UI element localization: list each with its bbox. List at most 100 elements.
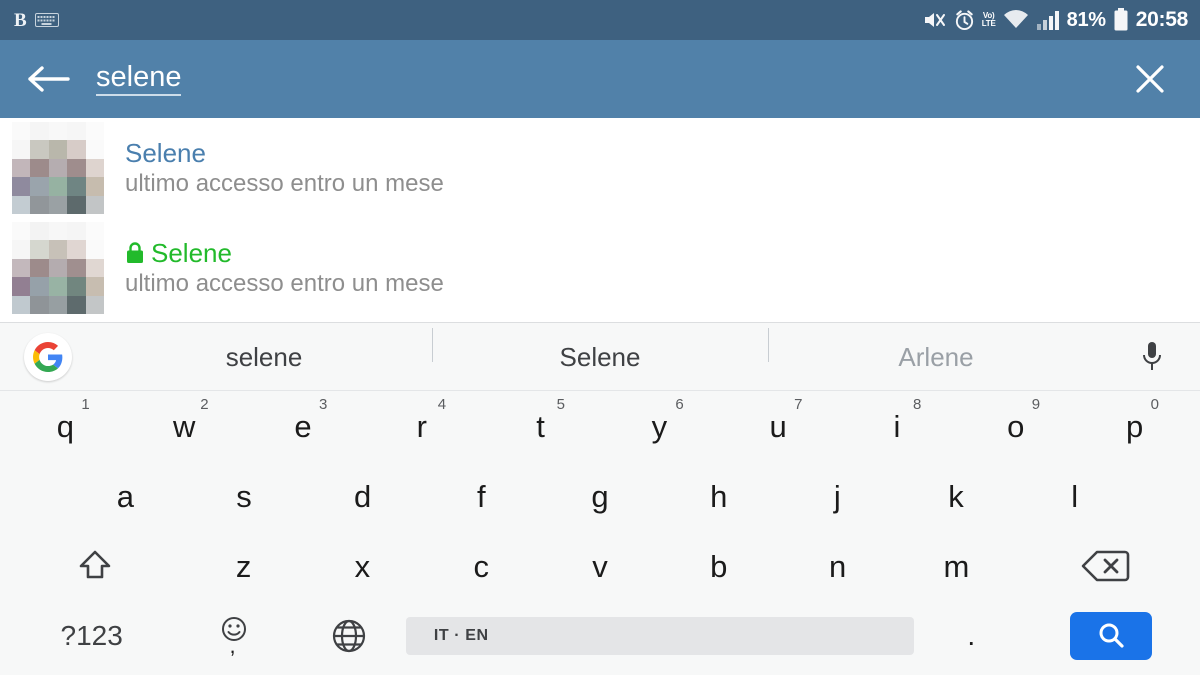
key-label: r — [416, 408, 427, 444]
search-field-wrapper[interactable]: selene — [96, 61, 1100, 97]
key-q[interactable]: q1 — [6, 391, 125, 461]
key-label: y — [651, 408, 668, 444]
key-alt-label: 5 — [556, 396, 565, 413]
bold-b-icon: B — [14, 9, 27, 31]
result-texts: Selene ultimo accesso entro un mese — [125, 137, 444, 198]
backspace-icon — [1081, 550, 1130, 582]
space-key-label: IT · EN — [405, 617, 915, 655]
key-label: k — [948, 478, 964, 514]
key-b[interactable]: b — [659, 531, 778, 601]
search-result-row-1[interactable]: Selene ultimo accesso entro un mese — [0, 118, 1200, 218]
key-p[interactable]: p0 — [1075, 391, 1194, 461]
symbols-key-label: ?123 — [60, 620, 123, 651]
close-icon — [1136, 65, 1164, 93]
key-t[interactable]: t5 — [481, 391, 600, 461]
key-a[interactable]: a — [66, 461, 185, 531]
key-alt-label: 4 — [437, 396, 447, 413]
key-label: t — [536, 408, 545, 444]
key-alt-label: 0 — [1150, 396, 1159, 413]
result-name: Selene — [125, 137, 444, 168]
period-key-label: . — [967, 620, 976, 651]
shift-icon — [79, 550, 111, 579]
key-label: a — [116, 478, 134, 514]
clear-search-button[interactable] — [1100, 60, 1200, 98]
key-label: m — [943, 548, 970, 584]
back-button[interactable] — [0, 62, 96, 96]
search-enter-key[interactable] — [1028, 601, 1194, 671]
language-key[interactable] — [292, 601, 406, 671]
status-bar-left: B — [14, 9, 60, 31]
key-i[interactable]: i8 — [838, 391, 957, 461]
suggestion-1[interactable]: Selene — [432, 327, 768, 370]
key-n[interactable]: n — [778, 531, 897, 601]
key-e[interactable]: e3 — [244, 391, 363, 461]
key-h[interactable]: h — [659, 461, 778, 531]
key-l[interactable]: l — [1015, 461, 1134, 531]
search-result-row-2[interactable]: Selene ultimo accesso entro un mese — [0, 218, 1200, 318]
key-alt-label: 8 — [912, 396, 922, 413]
voice-input-button[interactable] — [1104, 340, 1200, 374]
key-v[interactable]: v — [541, 531, 660, 601]
key-u[interactable]: u7 — [719, 391, 838, 461]
result-subtitle: ultimo accesso entro un mese — [125, 270, 444, 298]
search-results-list: Selene ultimo accesso entro un mese Sele… — [0, 118, 1200, 322]
key-z[interactable]: z — [184, 531, 303, 601]
key-o[interactable]: o9 — [956, 391, 1075, 461]
key-m[interactable]: m — [897, 531, 1016, 601]
symbols-key[interactable]: ?123 — [6, 601, 177, 671]
key-label: f — [477, 478, 486, 514]
status-bar-right: Vo) LTE 81% 20:58 — [923, 8, 1188, 32]
avatar — [12, 222, 104, 314]
suggestion-0[interactable]: selene — [96, 344, 432, 370]
search-enter-button[interactable] — [1070, 612, 1153, 660]
wifi-icon — [1003, 10, 1028, 28]
key-r[interactable]: r4 — [362, 391, 481, 461]
suggestion-2[interactable]: Arlene — [768, 327, 1104, 370]
alarm-icon — [955, 9, 973, 30]
avatar — [12, 122, 104, 214]
key-k[interactable]: k — [897, 461, 1016, 531]
shift-key[interactable] — [6, 531, 184, 601]
backspace-key[interactable] — [1016, 531, 1194, 601]
keyboard-row-3: z x c v b n m — [0, 531, 1200, 601]
key-label: s — [236, 478, 252, 514]
search-input[interactable]: selene — [96, 61, 182, 97]
key-s[interactable]: s — [185, 461, 304, 531]
key-w[interactable]: w2 — [125, 391, 244, 461]
battery-icon — [1114, 8, 1128, 31]
key-alt-label: 1 — [81, 396, 90, 413]
keyboard: selene Selene Arlene q1 w2 e3 r4 t5 y6 u… — [0, 322, 1200, 675]
key-g[interactable]: g — [541, 461, 660, 531]
key-f[interactable]: f — [422, 461, 541, 531]
suggestion-strip: selene Selene Arlene — [0, 323, 1200, 391]
key-label: j — [833, 478, 841, 514]
globe-icon — [332, 619, 365, 653]
key-alt-label: 7 — [794, 396, 803, 413]
result-subtitle: ultimo accesso entro un mese — [125, 170, 444, 198]
key-label: o — [1007, 408, 1025, 444]
key-d[interactable]: d — [303, 461, 422, 531]
key-label: i — [893, 408, 901, 444]
key-j[interactable]: j — [778, 461, 897, 531]
key-label: d — [354, 478, 372, 514]
clock-label: 20:58 — [1135, 8, 1189, 31]
key-alt-label: 9 — [1031, 396, 1041, 413]
search-toolbar: selene — [0, 40, 1200, 118]
key-x[interactable]: x — [303, 531, 422, 601]
phone-screen: B Vo) LTE 81% 20:58 selene Selene ultimo… — [0, 0, 1200, 675]
space-key[interactable]: IT · EN — [405, 601, 915, 671]
emoji-comma-key[interactable]: , — [177, 601, 291, 671]
comma-label: , — [229, 633, 236, 658]
result-name-label: Selene — [125, 137, 206, 168]
key-label: p — [1125, 408, 1144, 444]
key-label: c — [473, 548, 489, 584]
keyboard-row-2: a s d f g h j k l — [0, 461, 1200, 531]
key-c[interactable]: c — [422, 531, 541, 601]
period-key[interactable]: . — [914, 601, 1028, 671]
google-g-icon — [24, 332, 72, 381]
keyboard-row-1: q1 w2 e3 r4 t5 y6 u7 i8 o9 p0 — [0, 391, 1200, 461]
google-logo-button[interactable] — [0, 332, 96, 381]
key-y[interactable]: y6 — [600, 391, 719, 461]
signal-icon — [1036, 11, 1059, 30]
result-texts: Selene ultimo accesso entro un mese — [125, 239, 444, 298]
